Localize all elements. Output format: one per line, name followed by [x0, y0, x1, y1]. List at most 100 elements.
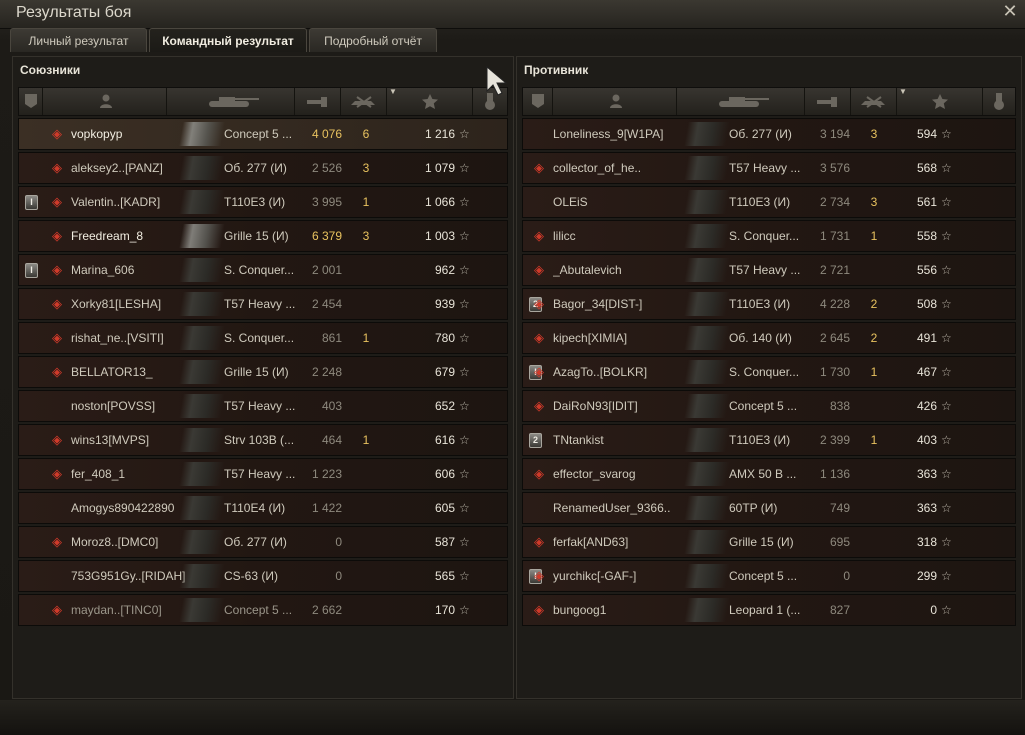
player-name[interactable]: aleksey2..[PANZ]	[71, 153, 194, 183]
tank-icon[interactable]	[677, 88, 805, 115]
damage-value: 4 228	[819, 297, 850, 311]
player-name[interactable]: Moroz8..[DMC0]	[71, 527, 194, 557]
player-name[interactable]: Bagor_34[DIST-]	[553, 289, 699, 319]
tab-detailed[interactable]: Подробный отчёт	[309, 28, 437, 52]
damage-value: 1 422	[311, 501, 342, 515]
player-row[interactable]: ◈ Xorky81[LESHA] T57 Heavy ... 2 454 939 ☆	[18, 288, 508, 320]
player-row[interactable]: ◈ BELLATOR13_ Grille 15 (И) 2 248 679 ☆	[18, 356, 508, 388]
xp-star-icon[interactable]: ▼	[387, 87, 473, 115]
player-name[interactable]: DaiRoN93[IDIT]	[553, 391, 699, 421]
xp-value: 508	[916, 297, 937, 311]
player-name[interactable]: TNtankist	[553, 425, 699, 455]
damage-value: 1 731	[819, 229, 850, 243]
clan-icon: ◈	[52, 194, 62, 209]
tank-silhouette-icon	[683, 258, 731, 282]
player-name[interactable]: noston[POVSS]	[71, 391, 194, 421]
player-row[interactable]: I ◈ Marina_606 S. Conquer... 2 001 962 ☆	[18, 254, 508, 286]
star-icon: ☆	[941, 161, 952, 175]
player-row[interactable]: noston[POVSS] T57 Heavy ... 403 652 ☆	[18, 390, 508, 422]
allies-panel: Союзники ▼ ◈ vopkopyp Concept 5 ... 4 07…	[12, 56, 514, 699]
tab-team[interactable]: Командный результат	[149, 28, 307, 52]
player-name[interactable]: ferfak[AND63]	[553, 527, 699, 557]
player-row[interactable]: Amogys890422890 T110E4 (И) 1 422 605 ☆	[18, 492, 508, 524]
player-row[interactable]: ◈ effector_svarog AMX 50 B ... 1 136 363 ☆	[522, 458, 1016, 490]
player-name[interactable]: BELLATOR13_	[71, 357, 194, 387]
player-row[interactable]: RenamedUser_9366.. 60TP (И) 749 363 ☆	[522, 492, 1016, 524]
player-name[interactable]: fer_408_1	[71, 459, 194, 489]
damage-icon[interactable]	[805, 88, 851, 115]
player-row[interactable]: 2 TNtankist T110E3 (И) 2 399 1 403 ☆	[522, 424, 1016, 456]
kills-icon[interactable]	[851, 88, 897, 115]
player-name[interactable]: wins13[MVPS]	[71, 425, 194, 455]
player-row[interactable]: I ◈ Valentin..[KADR] T110E3 (И) 3 995 1 1 066 ☆	[18, 186, 508, 218]
player-row[interactable]: ◈ lilicc S. Conquer... 1 731 1 558 ☆	[522, 220, 1016, 252]
close-icon[interactable]: ✕	[1001, 2, 1019, 20]
player-row[interactable]: ◈ maydan..[TINC0] Concept 5 ... 2 662 170 ☆	[18, 594, 508, 626]
player-row[interactable]: ◈ rishat_ne..[VSITI] S. Conquer... 861 1 780 ☆	[18, 322, 508, 354]
player-name[interactable]: Freedream_8	[71, 221, 194, 251]
player-row[interactable]: ◈ collector_of_he.. T57 Heavy ... 3 576 568 ☆	[522, 152, 1016, 184]
tank-icon[interactable]	[167, 88, 295, 115]
player-name[interactable]: bungoog1	[553, 595, 699, 625]
kills-value: 3	[870, 127, 878, 141]
player-name[interactable]: RenamedUser_9366..	[553, 493, 699, 523]
tank-silhouette-icon	[683, 496, 731, 520]
player-name[interactable]: vopkopyp	[71, 119, 194, 149]
player-name[interactable]: Marina_606	[71, 255, 194, 285]
player-row[interactable]: ◈ Moroz8..[DMC0] Об. 277 (И) 0 587 ☆	[18, 526, 508, 558]
player-row[interactable]: ◈ aleksey2..[PANZ] Об. 277 (И) 2 526 3 1 079 ☆	[18, 152, 508, 184]
xp-star-icon[interactable]: ▼	[897, 87, 983, 115]
player-row[interactable]: 2 ◈ Bagor_34[DIST-] T110E3 (И) 4 228 2 508 ☆	[522, 288, 1016, 320]
damage-icon[interactable]	[295, 88, 341, 115]
player-row[interactable]: Loneliness_9[W1PA] Об. 277 (И) 3 194 3 594 ☆	[522, 118, 1016, 150]
kills-value: 2	[870, 297, 878, 311]
player-name[interactable]: yurchikc[-GAF-]	[553, 561, 699, 591]
rank-icon[interactable]	[523, 88, 553, 115]
player-name[interactable]: kipech[XIMIA]	[553, 323, 699, 353]
player-name[interactable]: Loneliness_9[W1PA]	[553, 119, 699, 149]
player-name[interactable]: 753G951Gy..[RIDAH]	[71, 561, 194, 591]
damage-value: 6 379	[311, 229, 342, 243]
kills-value	[355, 255, 377, 285]
player-name[interactable]: effector_svarog	[553, 459, 699, 489]
player-row[interactable]: ◈ Freedream_8 Grille 15 (И) 6 379 3 1 003 ☆	[18, 220, 508, 252]
player-row[interactable]: I ◈ yurchikc[-GAF-] Concept 5 ... 0 299 ☆	[522, 560, 1016, 592]
player-icon[interactable]	[553, 88, 677, 115]
player-name[interactable]: OLEiS	[553, 187, 699, 217]
star-icon: ☆	[941, 399, 952, 413]
player-name[interactable]: Amogys890422890	[71, 493, 194, 523]
player-name[interactable]: lilicc	[553, 221, 699, 251]
player-row[interactable]: ◈ DaiRoN93[IDIT] Concept 5 ... 838 426 ☆	[522, 390, 1016, 422]
player-row[interactable]: I ◈ AzagTo..[BOLKR] S. Conquer... 1 730 1 467 ☆	[522, 356, 1016, 388]
medal-icon[interactable]	[983, 88, 1015, 115]
player-icon[interactable]	[43, 88, 167, 115]
player-row[interactable]: OLEiS T110E3 (И) 2 734 3 561 ☆	[522, 186, 1016, 218]
allies-column-header: ▼	[18, 87, 508, 116]
player-row[interactable]: 753G951Gy..[RIDAH] CS-63 (И) 0 565 ☆	[18, 560, 508, 592]
enemies-panel: Противник ▼ Loneliness_9[W1PA] Об. 277 (…	[516, 56, 1022, 699]
title-bar: Результаты боя ✕	[0, 0, 1025, 29]
player-name[interactable]: Valentin..[KADR]	[71, 187, 194, 217]
kills-icon[interactable]	[341, 88, 387, 115]
player-row[interactable]: ◈ fer_408_1 T57 Heavy ... 1 223 606 ☆	[18, 458, 508, 490]
player-name[interactable]: Xorky81[LESHA]	[71, 289, 194, 319]
player-name[interactable]: maydan..[TINC0]	[71, 595, 194, 625]
clan-icon: ◈	[534, 398, 544, 413]
player-name[interactable]: collector_of_he..	[553, 153, 699, 183]
rank-icon[interactable]	[19, 88, 43, 115]
player-row[interactable]: ◈ ferfak[AND63] Grille 15 (И) 695 318 ☆	[522, 526, 1016, 558]
player-name[interactable]: AzagTo..[BOLKR]	[553, 357, 699, 387]
tab-personal[interactable]: Личный результат	[10, 28, 147, 52]
player-row[interactable]: ◈ bungoog1 Leopard 1 (... 827 0 ☆	[522, 594, 1016, 626]
player-row[interactable]: ◈ _Abutalevich T57 Heavy ... 2 721 556 ☆	[522, 254, 1016, 286]
player-row[interactable]: ◈ kipech[XIMIA] Об. 140 (И) 2 645 2 491 ☆	[522, 322, 1016, 354]
star-icon: ☆	[941, 195, 952, 209]
player-name[interactable]: rishat_ne..[VSITI]	[71, 323, 194, 353]
xp-value: 1 003	[424, 229, 455, 243]
damage-value: 0	[335, 569, 342, 583]
player-row[interactable]: ◈ wins13[MVPS] Strv 103B (... 464 1 616 ☆	[18, 424, 508, 456]
clan-icon: ◈	[52, 602, 62, 617]
player-row[interactable]: ◈ vopkopyp Concept 5 ... 4 076 6 1 216 ☆	[18, 118, 508, 150]
player-name[interactable]: _Abutalevich	[553, 255, 699, 285]
clan-icon: ◈	[52, 160, 62, 175]
